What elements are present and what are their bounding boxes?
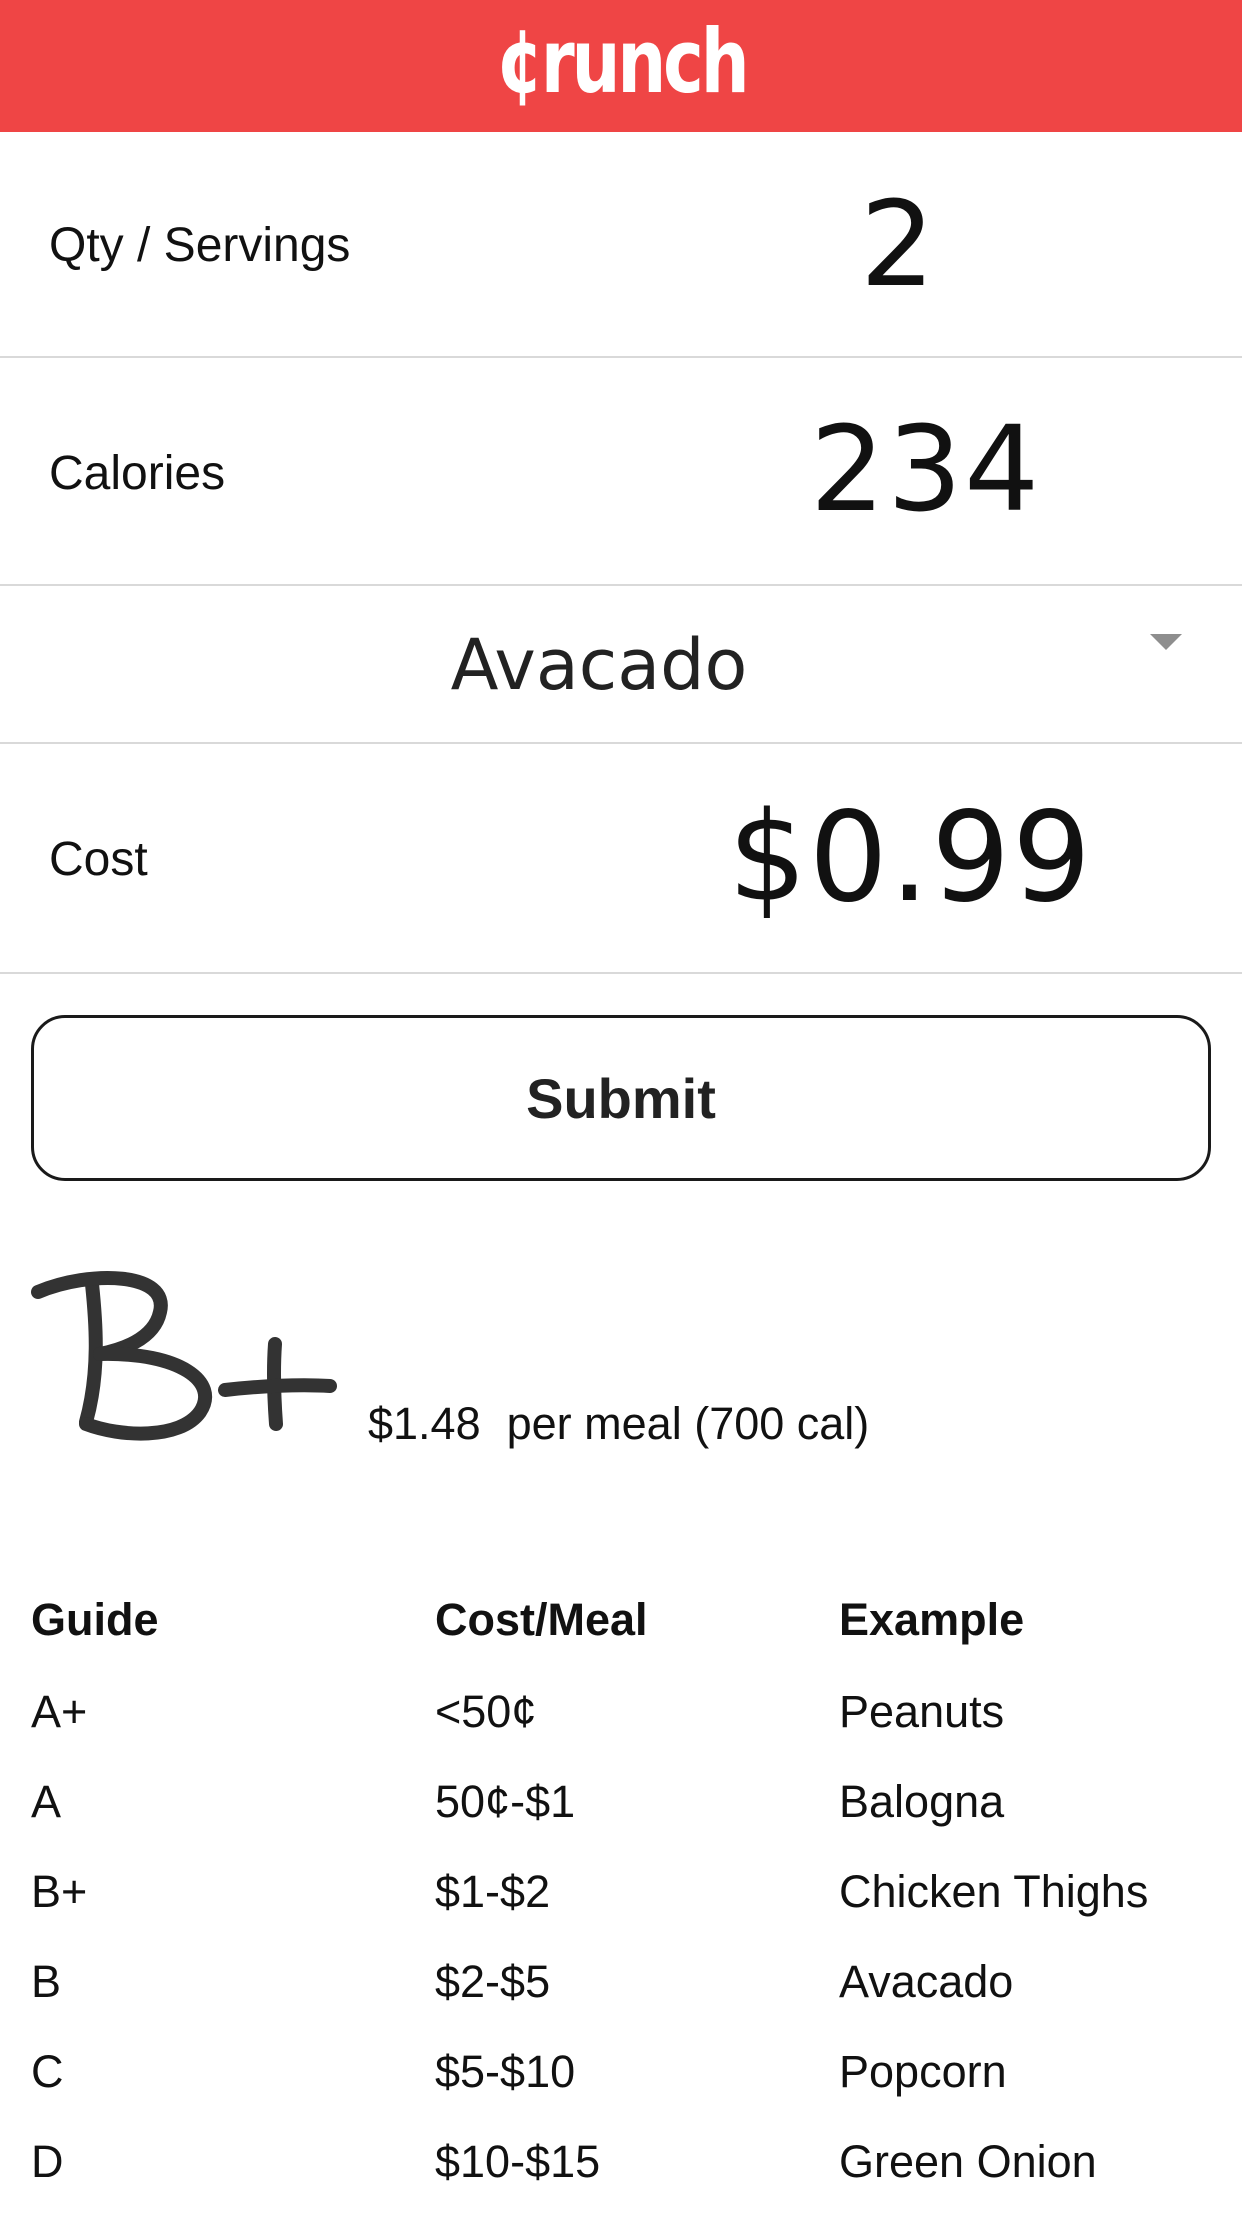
food-select[interactable]: Avacado (0, 586, 1242, 744)
qty-input[interactable]: 2 (860, 185, 937, 303)
grade-summary: $1.48 per meal (700 cal) (368, 1398, 869, 1450)
dropdown-caret-icon[interactable] (1150, 634, 1182, 650)
guide-example: Chicken Thighs (839, 1866, 1149, 1917)
guide-cost: $2-$5 (435, 1956, 551, 2007)
grade-b-plus-image (31, 1271, 337, 1441)
guide-grade: A (31, 1776, 62, 1827)
guide-grade: C (31, 2046, 64, 2097)
guide-example: Green Onion (839, 2136, 1097, 2187)
cost-row[interactable]: Cost $0.99 (0, 744, 1242, 974)
qty-row[interactable]: Qty / Servings 2 (0, 132, 1242, 358)
guide-example: Peanuts (839, 1686, 1005, 1737)
guide-cost: $10-$15 (435, 2136, 601, 2187)
guide-cost: <50¢ (435, 1686, 537, 1737)
guide-grade: D (31, 2136, 64, 2187)
guide-row: A+ <50¢ Peanuts (31, 1686, 1211, 1776)
cost-input[interactable]: $0.99 (728, 796, 1093, 920)
guide-example: Popcorn (839, 2046, 1007, 2097)
guide-grade: A+ (31, 1686, 88, 1737)
cost-label: Cost (49, 833, 148, 886)
guide-row: B $2-$5 Avacado (31, 1956, 1211, 2046)
submit-button[interactable]: Submit (31, 1015, 1211, 1181)
guide-example: Balogna (839, 1776, 1005, 1827)
guide-example: Avacado (839, 1956, 1014, 2007)
guide-header-guide: Guide (31, 1594, 159, 1645)
guide-table: Guide Cost/Meal Example A+ <50¢ Peanuts … (31, 1594, 1211, 2226)
guide-grade: B+ (31, 1866, 88, 1917)
guide-header-cost: Cost/Meal (435, 1594, 648, 1645)
qty-label: Qty / Servings (49, 219, 351, 272)
guide-row: C $5-$10 Popcorn (31, 2046, 1211, 2136)
calories-input[interactable]: 234 (810, 410, 1041, 528)
guide-row: A 50¢-$1 Balogna (31, 1776, 1211, 1866)
grade-handwritten (30, 1262, 340, 1452)
grade-per-meal: per meal (700 cal) (506, 1398, 870, 1449)
app-header: ¢runch (0, 0, 1242, 132)
guide-header-example: Example (839, 1594, 1025, 1645)
app-logo: ¢runch (495, 10, 749, 113)
food-select-value[interactable]: Avacado (0, 624, 1220, 706)
guide-cost: $5-$10 (435, 2046, 576, 2097)
guide-grade: B (31, 1956, 62, 2007)
calories-label: Calories (49, 447, 226, 500)
grade-amount: $1.48 (368, 1398, 481, 1449)
calories-row[interactable]: Calories 234 (0, 358, 1242, 586)
guide-row: D $10-$15 Green Onion (31, 2136, 1211, 2226)
guide-cost: 50¢-$1 (435, 1776, 576, 1827)
guide-row: B+ $1-$2 Chicken Thighs (31, 1866, 1211, 1956)
guide-cost: $1-$2 (435, 1866, 551, 1917)
guide-header-row: Guide Cost/Meal Example (31, 1594, 1211, 1686)
